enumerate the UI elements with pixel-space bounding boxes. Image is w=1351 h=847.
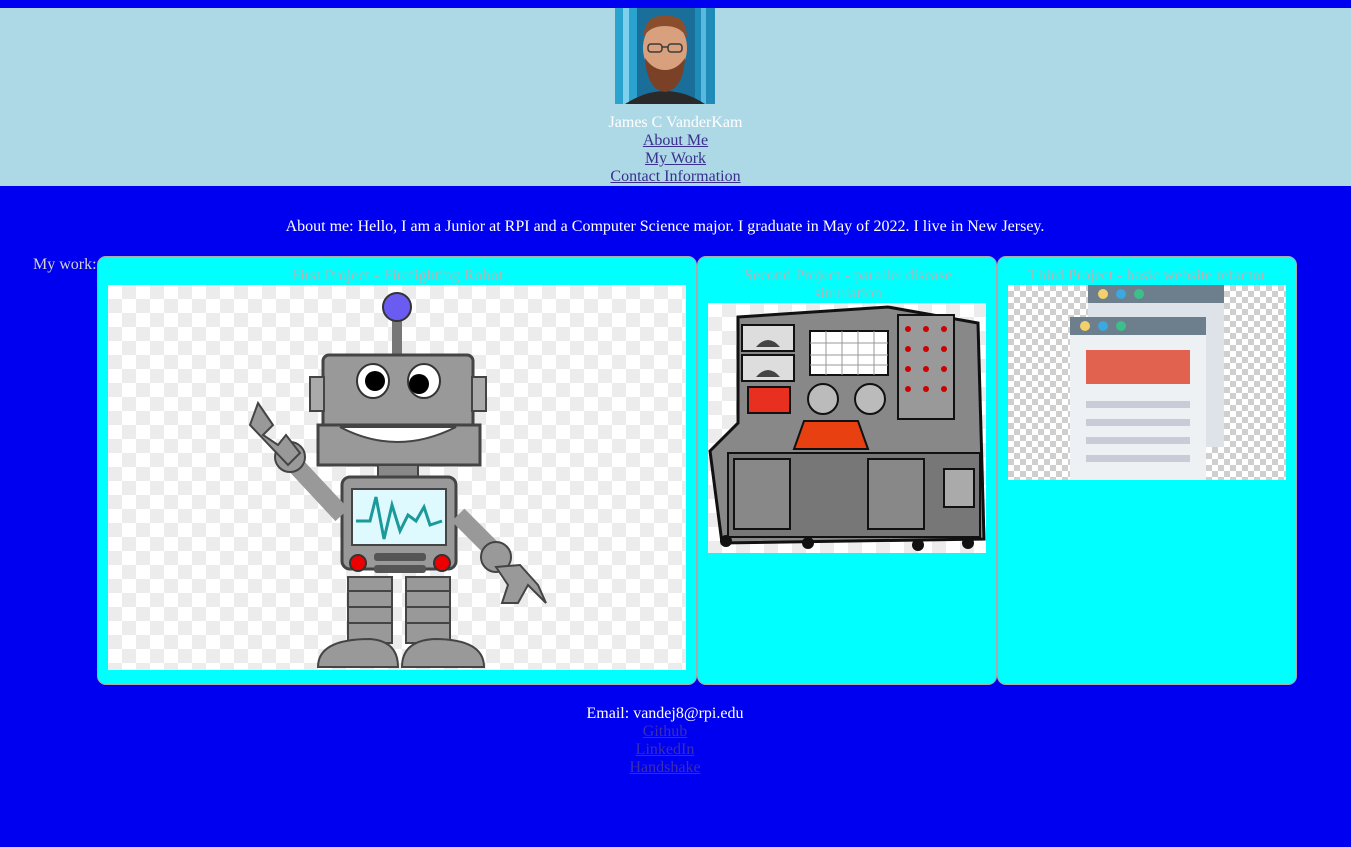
- nav-contact-link[interactable]: Contact Information: [610, 168, 740, 185]
- email-text: Email: vandej8@rpi.edu: [586, 705, 744, 722]
- about-me-text: About me: Hello, I am a Junior at RPI an…: [285, 218, 1045, 235]
- robot-image: [108, 285, 686, 670]
- project-title: First Project - Firefighting Robot: [291, 267, 503, 284]
- project-title: Second Project - parallel disease simula…: [744, 267, 952, 302]
- project-card-website-refactor: Third Project - basic website refactor: [997, 256, 1297, 685]
- handshake-link[interactable]: Handshake: [0, 759, 1330, 777]
- website-window-image: [1008, 285, 1286, 480]
- my-work-label: My work:: [33, 256, 97, 273]
- nav-my-work-link[interactable]: My Work: [645, 150, 706, 167]
- project-title: Third Project - basic website refactor: [1028, 267, 1266, 284]
- site-header: James C VanderKam About Me My Work Conta…: [0, 8, 1351, 186]
- project-card-firefighting-robot: First Project - Firefighting Robot: [97, 256, 697, 685]
- project-card-disease-simulation: Second Project - parallel disease simula…: [697, 256, 997, 685]
- supercomputer-image: [708, 303, 986, 553]
- nav-about-me-link[interactable]: About Me: [643, 132, 708, 149]
- nav-contact-item: Contact Information: [0, 168, 1351, 186]
- linkedin-link[interactable]: LinkedIn: [0, 741, 1330, 759]
- github-link[interactable]: Github: [0, 723, 1330, 741]
- nav-about-me-item: About Me: [0, 132, 1351, 150]
- nav-my-work-item: My Work: [0, 150, 1351, 168]
- profile-photo: [615, 8, 715, 104]
- site-owner-name: James C VanderKam: [608, 114, 743, 131]
- contact-footer: Email: vandej8@rpi.edu Github LinkedIn H…: [0, 705, 1330, 777]
